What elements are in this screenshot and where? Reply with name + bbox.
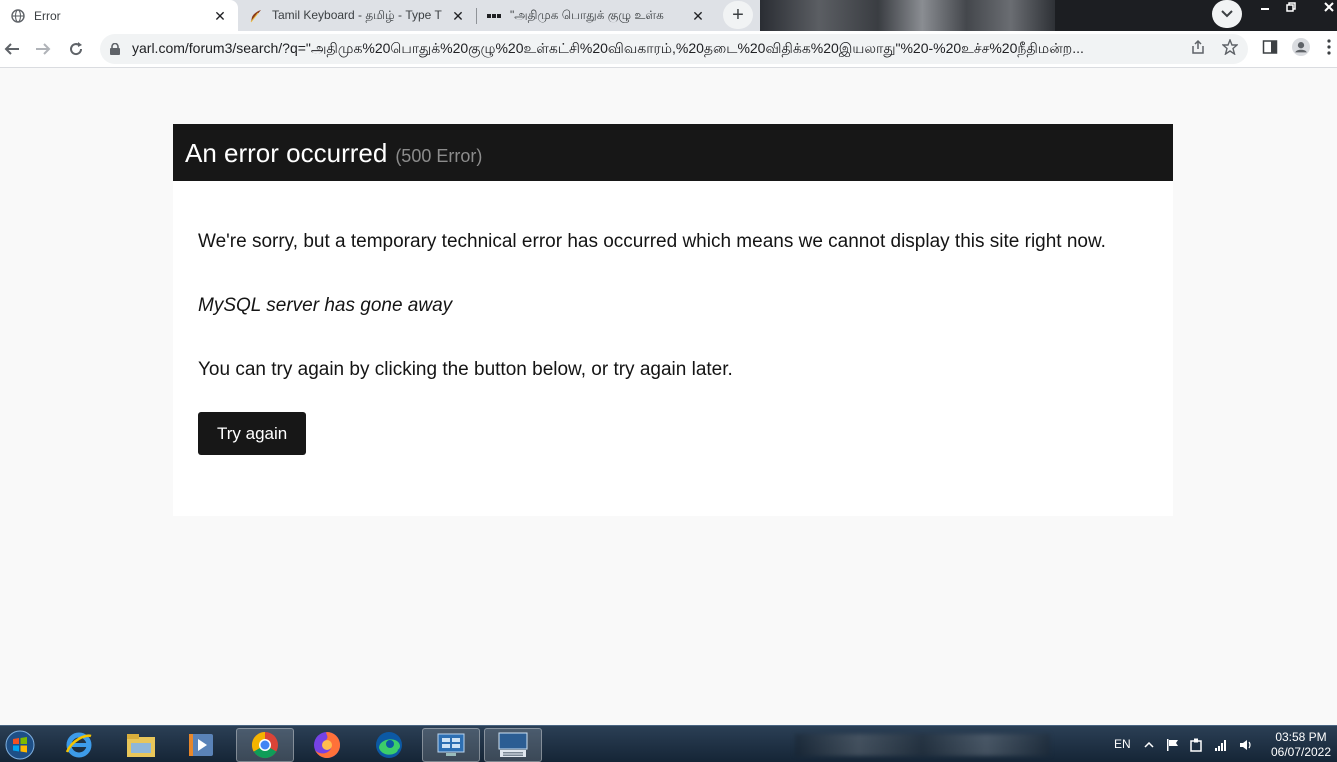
tab-tamil-keyboard[interactable]: Tamil Keyboard - தமிழ் - Type T ✕ — [238, 0, 476, 31]
windows-logo-icon — [5, 730, 35, 759]
error-header: An error occurred (500 Error) — [173, 124, 1173, 181]
language-indicator[interactable]: EN — [1114, 737, 1131, 751]
reload-icon — [70, 42, 83, 56]
url-text[interactable]: yarl.com/forum3/search/?q="அதிமுக%20பொது… — [132, 40, 1172, 59]
address-bar[interactable]: yarl.com/forum3/search/?q="அதிமுக%20பொது… — [100, 34, 1248, 64]
safely-remove-hardware-icon[interactable] — [1189, 738, 1203, 752]
error-code: (500 Error) — [395, 146, 483, 166]
tab-search-result[interactable]: "அதிமுக பொதுக் குழு உள்க ✕ — [476, 0, 716, 31]
reload-button[interactable] — [64, 37, 88, 61]
try-again-button[interactable]: Try again — [198, 412, 307, 455]
tab-strip: Error ✕ Tamil Keyboard - தமிழ் - Type T … — [0, 0, 1337, 31]
internet-explorer-icon[interactable] — [50, 728, 108, 762]
media-player-icon[interactable] — [172, 728, 230, 762]
close-tab-icon[interactable]: ✕ — [690, 8, 706, 24]
back-button[interactable] — [0, 37, 24, 61]
volume-icon[interactable] — [1239, 738, 1253, 752]
tab-title: "அதிமுக பொதுக் குழு உள்க — [510, 7, 664, 22]
keyboard-app-icon[interactable] — [484, 728, 542, 762]
chrome-icon[interactable] — [236, 728, 294, 762]
background-photo — [760, 0, 1055, 31]
close-tab-icon[interactable]: ✕ — [212, 8, 228, 24]
start-button[interactable] — [0, 726, 40, 762]
tab-error[interactable]: Error ✕ — [0, 0, 238, 31]
globe-icon — [10, 8, 26, 24]
control-panel-icon[interactable] — [422, 728, 480, 762]
plus-icon: + — [732, 3, 744, 26]
error-card: An error occurred (500 Error) We're sorr… — [173, 124, 1173, 516]
firefox-icon[interactable] — [298, 728, 356, 762]
error-hint: You can try again by clicking the button… — [198, 359, 733, 380]
page-content: An error occurred (500 Error) We're sorr… — [0, 68, 1337, 725]
forward-arrow-icon — [36, 43, 51, 55]
back-arrow-icon — [4, 43, 19, 55]
clock-date: 06/07/2022 — [1270, 745, 1332, 759]
restore-button[interactable] — [1278, 0, 1304, 14]
error-message: We're sorry, but a temporary technical e… — [198, 231, 1106, 252]
error-title: An error occurred — [185, 138, 388, 168]
show-hidden-icons-icon[interactable] — [1142, 738, 1156, 752]
blurred-tray-area — [795, 734, 1050, 756]
chevron-down-icon — [1221, 5, 1233, 23]
system-clock[interactable]: 03:58 PM 06/07/2022 — [1268, 730, 1334, 760]
action-center-flag-icon[interactable] — [1166, 738, 1180, 752]
menu-dots-icon[interactable] — [1324, 38, 1334, 56]
file-explorer-icon[interactable] — [112, 728, 170, 762]
edge-icon[interactable] — [360, 728, 418, 762]
profile-avatar-icon[interactable] — [1292, 38, 1310, 56]
network-signal-icon[interactable] — [1214, 738, 1228, 752]
windows-taskbar: EN 03:58 PM 06/07/2022 — [0, 725, 1337, 762]
close-window-button[interactable] — [1316, 0, 1337, 14]
minimize-button[interactable] — [1252, 0, 1278, 14]
new-tab-button[interactable]: + — [723, 1, 753, 29]
browser-toolbar: yarl.com/forum3/search/?q="அதிமுக%20பொது… — [0, 31, 1337, 68]
error-detail: MySQL server has gone away — [198, 295, 453, 316]
tab-title: Error — [34, 8, 61, 23]
ellipsis-icon — [486, 8, 502, 24]
error-body: We're sorry, but a temporary technical e… — [173, 181, 1173, 455]
side-panel-icon[interactable] — [1261, 38, 1279, 56]
forward-button[interactable] — [31, 37, 55, 61]
bookmark-star-icon[interactable] — [1221, 38, 1239, 56]
clock-time: 03:58 PM — [1275, 730, 1327, 744]
feather-icon — [248, 8, 264, 24]
close-tab-icon[interactable]: ✕ — [450, 8, 466, 24]
tab-search-button[interactable] — [1212, 0, 1242, 28]
lock-icon[interactable] — [110, 43, 124, 55]
tab-title: Tamil Keyboard - தமிழ் - Type T — [272, 7, 442, 22]
share-icon[interactable] — [1189, 38, 1207, 56]
